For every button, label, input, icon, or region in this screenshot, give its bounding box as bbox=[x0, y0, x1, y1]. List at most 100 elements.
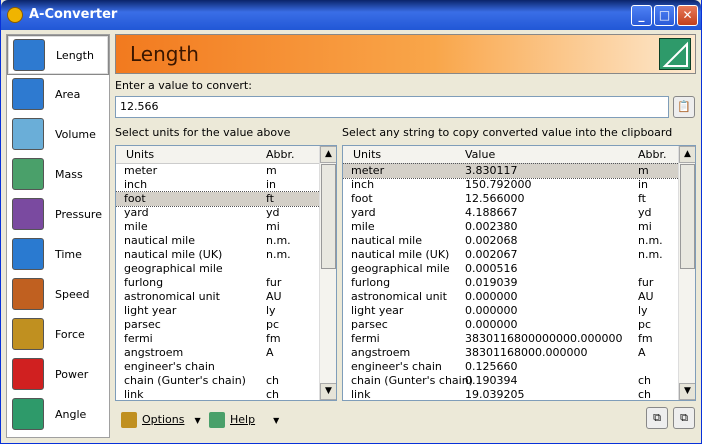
cell-value: 0.002380 bbox=[465, 220, 518, 233]
result-row[interactable]: engineer's chain 0.125660 bbox=[343, 360, 695, 374]
unit-row[interactable]: yard yd bbox=[116, 206, 336, 220]
result-row[interactable]: furlong 0.019039 fur bbox=[343, 276, 695, 290]
cell-value: 3.830117 bbox=[465, 164, 518, 177]
dropdown-arrow-icon[interactable]: ▼ bbox=[273, 416, 279, 425]
options-label: Options bbox=[142, 413, 185, 426]
beaker-icon bbox=[12, 118, 44, 150]
unit-row[interactable]: furlong fur bbox=[116, 276, 336, 290]
cell-value: 0.000000 bbox=[465, 290, 518, 303]
result-row[interactable]: geographical mile 0.000516 bbox=[343, 262, 695, 276]
col-units[interactable]: Units bbox=[353, 148, 381, 161]
cell-abbr: fur bbox=[638, 276, 654, 289]
unit-row[interactable]: inch in bbox=[116, 178, 336, 192]
result-row[interactable]: nautical mile 0.002068 n.m. bbox=[343, 234, 695, 248]
cell-value: 19.039205 bbox=[465, 388, 525, 401]
result-row[interactable]: mile 0.002380 mi bbox=[343, 220, 695, 234]
unit-row[interactable]: link ch bbox=[116, 388, 336, 400]
cell-unit: foot bbox=[124, 192, 146, 205]
sidebar-item-label: Angle bbox=[55, 408, 87, 421]
sidebar-item-speed[interactable]: Speed bbox=[7, 275, 109, 315]
sidebar-item-label: Mass bbox=[55, 168, 83, 181]
cell-unit: mile bbox=[124, 220, 148, 233]
result-row[interactable]: parsec 0.000000 pc bbox=[343, 318, 695, 332]
scroll-thumb[interactable] bbox=[321, 164, 336, 269]
scroll-up-arrow-icon[interactable]: ▲ bbox=[320, 146, 336, 163]
minimize-button[interactable]: _ bbox=[631, 5, 652, 26]
col-abbr[interactable]: Abbr. bbox=[638, 148, 667, 161]
app-icon bbox=[7, 7, 23, 23]
maximize-button[interactable]: □ bbox=[654, 5, 675, 26]
sidebar-item-area[interactable]: Area bbox=[7, 75, 109, 115]
result-row[interactable]: fermi 3830116800000000.000000 fm bbox=[343, 332, 695, 346]
result-row[interactable]: foot 12.566000 ft bbox=[343, 192, 695, 206]
cell-abbr: pc bbox=[638, 318, 652, 331]
result-row[interactable]: astronomical unit 0.000000 AU bbox=[343, 290, 695, 304]
copy-all-button[interactable]: ⧉ bbox=[673, 407, 695, 429]
scroll-down-arrow-icon[interactable]: ▼ bbox=[320, 383, 336, 400]
unit-row[interactable]: foot ft bbox=[116, 191, 336, 207]
result-row[interactable]: nautical mile (UK) 0.002067 n.m. bbox=[343, 248, 695, 262]
unit-row[interactable]: light year ly bbox=[116, 304, 336, 318]
units-list[interactable]: Units Abbr. meter m inch in foot ft yard yd mile… bbox=[115, 145, 337, 401]
unit-row[interactable]: meter m bbox=[116, 164, 336, 178]
cell-value: 0.002068 bbox=[465, 234, 518, 247]
unit-row[interactable]: mile mi bbox=[116, 220, 336, 234]
scroll-up-arrow-icon[interactable]: ▲ bbox=[679, 146, 695, 163]
unit-row[interactable]: parsec pc bbox=[116, 318, 336, 332]
options-button[interactable]: Options ▼ bbox=[121, 408, 201, 432]
scroll-down-arrow-icon[interactable]: ▼ bbox=[679, 383, 695, 400]
sidebar-item-pressure[interactable]: Pressure bbox=[7, 195, 109, 235]
help-button[interactable]: Help ▼ bbox=[209, 408, 279, 432]
cell-unit: light year bbox=[351, 304, 404, 317]
cell-unit: fermi bbox=[124, 332, 153, 345]
result-row[interactable]: inch 150.792000 in bbox=[343, 178, 695, 192]
close-button[interactable]: ✕ bbox=[677, 5, 698, 26]
cell-unit: nautical mile bbox=[351, 234, 422, 247]
cell-value: 150.792000 bbox=[465, 178, 532, 191]
cell-unit: nautical mile bbox=[124, 234, 195, 247]
sidebar-item-label: Length bbox=[56, 49, 94, 62]
sidebar-item-volume[interactable]: Volume bbox=[7, 115, 109, 155]
result-row[interactable]: link 19.039205 ch bbox=[343, 388, 695, 401]
dropdown-arrow-icon[interactable]: ▼ bbox=[194, 416, 200, 425]
units-list-scrollbar[interactable]: ▲ ▼ bbox=[319, 146, 336, 400]
cell-unit: fermi bbox=[351, 332, 380, 345]
result-row[interactable]: yard 4.188667 yd bbox=[343, 206, 695, 220]
category-header: Length bbox=[115, 34, 696, 74]
unit-row[interactable]: nautical mile (UK) n.m. bbox=[116, 248, 336, 262]
copy-button[interactable]: ⧉ bbox=[646, 407, 668, 429]
result-row[interactable]: chain (Gunter's chain) 0.190394 ch bbox=[343, 374, 695, 388]
sidebar-item-length[interactable]: Length bbox=[7, 35, 109, 75]
sidebar-item-time[interactable]: Time bbox=[7, 235, 109, 275]
unit-row[interactable]: angstroem A bbox=[116, 346, 336, 360]
col-abbr[interactable]: Abbr. bbox=[266, 148, 295, 161]
value-input[interactable]: 12.566 bbox=[115, 96, 669, 118]
unit-row[interactable]: geographical mile bbox=[116, 262, 336, 276]
cell-unit: chain (Gunter's chain) bbox=[124, 374, 246, 387]
cell-abbr: n.m. bbox=[266, 248, 291, 261]
col-value[interactable]: Value bbox=[465, 148, 495, 161]
scroll-thumb[interactable] bbox=[680, 164, 695, 269]
results-list[interactable]: Units Value Abbr. meter 3.830117 m inch 150.… bbox=[342, 145, 696, 401]
cell-value: 12.566000 bbox=[465, 192, 525, 205]
col-units[interactable]: Units bbox=[126, 148, 154, 161]
sidebar-item-mass[interactable]: Mass bbox=[7, 155, 109, 195]
sidebar-item-force[interactable]: Force bbox=[7, 315, 109, 355]
paste-button[interactable]: 📋 bbox=[673, 96, 695, 118]
cell-value: 0.000516 bbox=[465, 262, 518, 275]
unit-row[interactable]: fermi fm bbox=[116, 332, 336, 346]
unit-row[interactable]: astronomical unit AU bbox=[116, 290, 336, 304]
results-list-label: Select any string to copy converted valu… bbox=[342, 126, 673, 139]
unit-row[interactable]: nautical mile n.m. bbox=[116, 234, 336, 248]
result-row[interactable]: angstroem 38301168000.000000 A bbox=[343, 346, 695, 360]
sidebar-item-label: Time bbox=[55, 248, 82, 261]
cell-abbr: m bbox=[638, 164, 649, 177]
result-row[interactable]: light year 0.000000 ly bbox=[343, 304, 695, 318]
results-list-scrollbar[interactable]: ▲ ▼ bbox=[678, 146, 695, 400]
unit-row[interactable]: engineer's chain bbox=[116, 360, 336, 374]
cell-abbr: fm bbox=[638, 332, 653, 345]
unit-row[interactable]: chain (Gunter's chain) ch bbox=[116, 374, 336, 388]
result-row[interactable]: meter 3.830117 m bbox=[343, 163, 695, 179]
sidebar-item-power[interactable]: Power bbox=[7, 355, 109, 395]
sidebar-item-angle[interactable]: Angle bbox=[7, 395, 109, 435]
